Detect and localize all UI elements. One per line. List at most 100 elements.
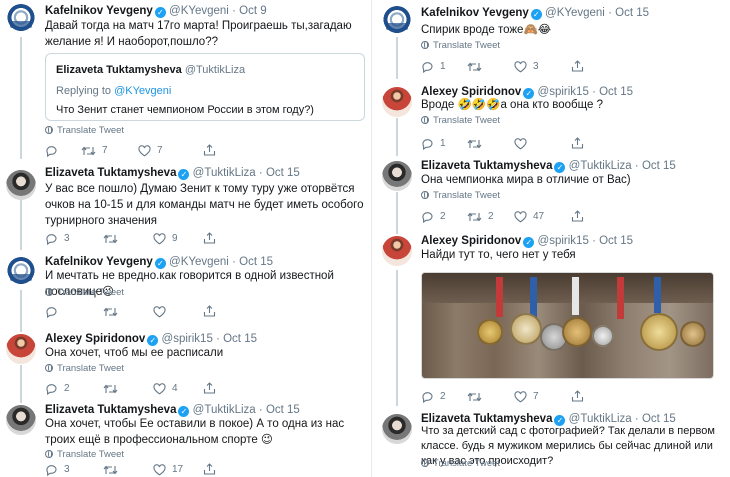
translate-tweet-link[interactable]: Translate Tweet xyxy=(45,125,124,137)
author-name[interactable]: Alexey Spiridonov xyxy=(45,333,145,345)
retweet-button[interactable] xyxy=(103,463,124,477)
share-icon xyxy=(571,60,584,72)
avatar[interactable] xyxy=(382,414,412,444)
reply-button[interactable]: 1 xyxy=(421,137,446,151)
tweet-date[interactable]: Oct 15 xyxy=(615,7,649,19)
like-button[interactable] xyxy=(514,137,533,151)
share-button[interactable] xyxy=(571,390,584,404)
avatar[interactable] xyxy=(6,334,36,364)
translate-tweet-link[interactable]: Translate Tweet xyxy=(45,449,124,461)
tweet[interactable]: Alexey Spiridonov ✓ @spirik15 · Oct 15 На… xyxy=(376,234,730,404)
author-name[interactable]: Elizaveta Tuktamysheva xyxy=(45,167,176,179)
tweet-date[interactable]: Oct 9 xyxy=(239,5,266,17)
globe-icon xyxy=(421,459,429,467)
globe-icon xyxy=(45,450,53,458)
reply-button[interactable] xyxy=(45,305,64,319)
like-button[interactable]: 17 xyxy=(153,463,183,477)
like-button[interactable]: 47 xyxy=(514,210,544,224)
translate-tweet-link[interactable]: Translate Tweet xyxy=(421,190,500,202)
author-handle[interactable]: @TuktikLiza xyxy=(193,167,256,179)
reply-button[interactable]: 3 xyxy=(45,232,70,246)
avatar[interactable] xyxy=(6,405,36,435)
tweet[interactable]: Kafelnikov Yevgeny ✓ @KYevgeni · Oct 15 И… xyxy=(0,255,371,323)
author-handle[interactable]: @KYevgeni xyxy=(169,5,229,17)
retweet-button[interactable] xyxy=(467,60,488,74)
reply-button[interactable]: 3 xyxy=(45,463,70,477)
tweet[interactable]: Alexey Spiridonov ✓ @spirik15 · Oct 15 Вр… xyxy=(376,85,730,151)
like-icon xyxy=(514,138,527,150)
retweet-button[interactable]: 7 xyxy=(81,144,108,158)
translate-tweet-link[interactable]: Translate Tweet xyxy=(45,287,124,299)
tweet[interactable]: Elizaveta Tuktamysheva ✓ @TuktikLiza · Oc… xyxy=(376,159,730,225)
reply-button[interactable] xyxy=(45,144,64,158)
avatar[interactable] xyxy=(382,87,412,117)
tweet-date[interactable]: Oct 15 xyxy=(266,404,300,416)
tweet[interactable]: Kafelnikov Yevgeny ✓ @KYevgeni · Oct 15 С… xyxy=(376,6,730,76)
avatar[interactable] xyxy=(382,236,412,266)
retweet-button[interactable]: 2 xyxy=(467,210,494,224)
translate-tweet-link[interactable]: Translate Tweet xyxy=(45,363,124,375)
retweet-button[interactable] xyxy=(103,305,124,319)
tweet[interactable]: Kafelnikov Yevgeny ✓ @KYevgeni · Oct 9 Да… xyxy=(0,4,371,159)
reply-button[interactable]: 2 xyxy=(421,390,446,404)
author-handle[interactable]: @KYevgeni xyxy=(169,256,229,268)
tweet-date[interactable]: Oct 15 xyxy=(266,167,300,179)
share-button[interactable] xyxy=(571,137,584,151)
reply-button[interactable]: 2 xyxy=(421,210,446,224)
avatar[interactable] xyxy=(6,257,36,287)
author-name[interactable]: Kafelnikov Yevgeny xyxy=(45,5,153,17)
author-handle[interactable]: @TuktikLiza xyxy=(569,160,632,172)
share-button[interactable] xyxy=(203,305,216,319)
avatar[interactable] xyxy=(382,161,412,191)
author-handle[interactable]: @TuktikLiza xyxy=(193,404,256,416)
tweet[interactable]: Elizaveta Tuktamysheva ✓ @TuktikLiza · Oc… xyxy=(0,403,371,477)
tweet[interactable]: Elizaveta Tuktamysheva ✓ @TuktikLiza · Oc… xyxy=(0,166,371,246)
tweet[interactable]: Alexey Spiridonov ✓ @spirik15 · Oct 15 Он… xyxy=(0,332,371,398)
avatar[interactable] xyxy=(382,6,412,36)
attached-photo-medals[interactable] xyxy=(421,272,714,379)
tweet-date[interactable]: Oct 15 xyxy=(223,333,257,345)
tweet-date[interactable]: Oct 15 xyxy=(239,256,273,268)
like-button[interactable]: 3 xyxy=(514,60,539,74)
author-handle[interactable]: @spirik15 xyxy=(162,333,213,345)
author-name[interactable]: Kafelnikov Yevgeny xyxy=(421,7,529,19)
translate-tweet-link[interactable]: Translate Tweet xyxy=(421,40,500,52)
share-button[interactable] xyxy=(203,144,216,158)
tweet[interactable]: Elizaveta Tuktamysheva ✓ @TuktikLiza · Oc… xyxy=(376,412,730,474)
retweet-button[interactable] xyxy=(103,382,124,396)
translate-tweet-link[interactable]: Translate Tweet xyxy=(421,115,500,127)
like-button[interactable] xyxy=(153,305,172,319)
avatar[interactable] xyxy=(6,170,36,200)
author-name[interactable]: Kafelnikov Yevgeny xyxy=(45,256,153,268)
author-handle[interactable]: @spirik15 xyxy=(538,235,589,247)
retweet-button[interactable] xyxy=(467,137,488,151)
reply-button[interactable]: 2 xyxy=(45,382,70,396)
translate-tweet-link[interactable]: Translate Tweet xyxy=(421,458,500,470)
author-name[interactable]: Alexey Spiridonov xyxy=(421,235,521,247)
tweet-date[interactable]: Oct 15 xyxy=(599,235,633,247)
author-handle[interactable]: @KYevgeni xyxy=(545,7,605,19)
like-button[interactable]: 9 xyxy=(153,232,178,246)
replying-to-link[interactable]: @KYevgeni xyxy=(114,85,171,97)
tweet-date[interactable]: Oct 15 xyxy=(642,160,676,172)
share-button[interactable] xyxy=(571,210,584,224)
like-button[interactable]: 7 xyxy=(514,390,539,404)
retweet-button[interactable] xyxy=(103,232,124,246)
share-button[interactable] xyxy=(203,232,216,246)
avatar[interactable] xyxy=(6,4,36,34)
tweet-header: Alexey Spiridonov ✓ @spirik15 · Oct 15 xyxy=(45,333,257,346)
share-icon xyxy=(203,232,216,244)
share-button[interactable] xyxy=(571,60,584,74)
like-icon xyxy=(153,464,166,476)
like-button[interactable]: 7 xyxy=(138,144,163,158)
share-icon xyxy=(571,210,584,222)
retweet-button[interactable] xyxy=(467,390,488,404)
author-name[interactable]: Elizaveta Tuktamysheva xyxy=(45,404,176,416)
author-name[interactable]: Elizaveta Tuktamysheva xyxy=(421,160,552,172)
reply-button[interactable]: 1 xyxy=(421,60,446,74)
like-button[interactable]: 4 xyxy=(153,382,178,396)
share-button[interactable] xyxy=(203,382,216,396)
reply-icon xyxy=(46,307,57,319)
share-button[interactable] xyxy=(203,463,216,477)
quoted-tweet[interactable]: Elizaveta Tuktamysheva @TuktikLiza Reply… xyxy=(45,53,365,121)
